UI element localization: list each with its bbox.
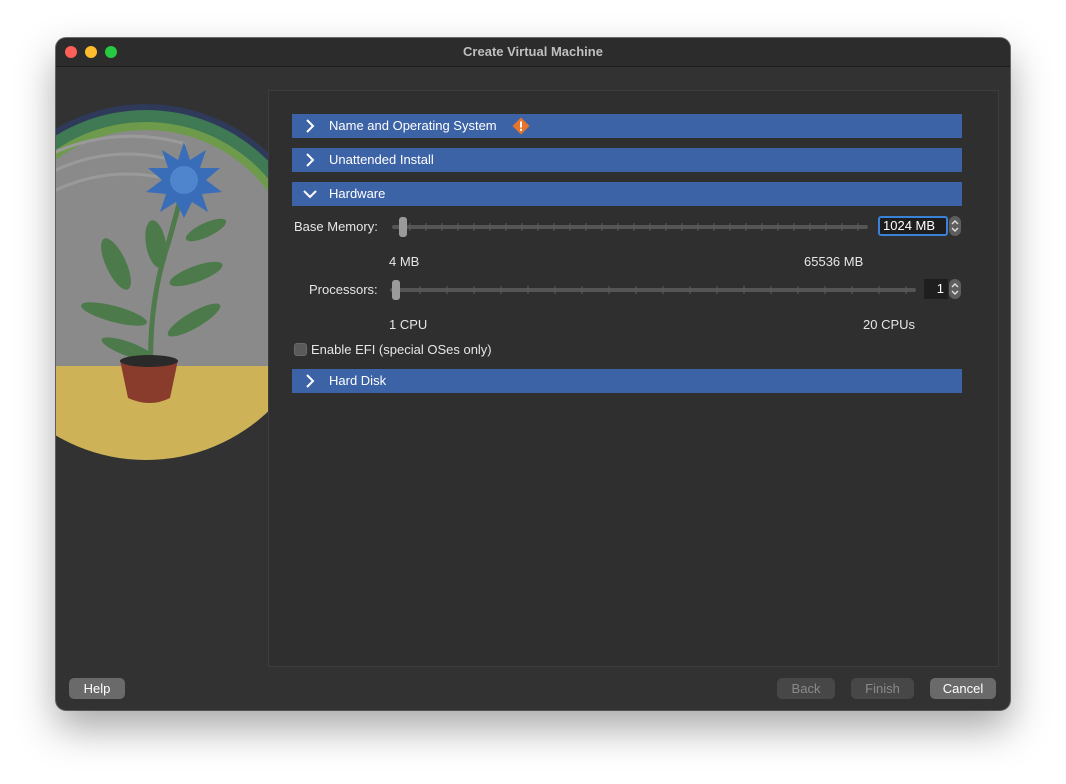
cancel-button[interactable]: Cancel	[930, 678, 996, 699]
chevron-right-icon[interactable]	[304, 119, 316, 133]
processors-slider[interactable]	[390, 279, 916, 301]
finish-button[interactable]: Finish	[851, 678, 914, 699]
create-vm-dialog: Create Virtual Machine Name and Operatin…	[56, 38, 1010, 710]
help-button[interactable]: Help	[69, 678, 125, 699]
base-memory-min-label: 4 MB	[389, 254, 420, 269]
section-hard-disk[interactable]: Hard Disk	[292, 369, 962, 393]
base-memory-label: Base Memory:	[294, 219, 378, 234]
chevron-down-icon[interactable]	[302, 188, 318, 200]
section-unattended-install[interactable]: Unattended Install	[292, 148, 962, 172]
processors-max-label: 20 CPUs	[863, 317, 916, 332]
back-button[interactable]: Back	[777, 678, 835, 699]
section-hardware[interactable]: Hardware	[292, 182, 962, 206]
base-memory-input[interactable]: 1024 MB	[878, 216, 948, 236]
section-unattended-install-label: Unattended Install	[329, 152, 434, 167]
base-memory-max-label: 65536 MB	[804, 254, 864, 269]
processors-label: Processors:	[309, 282, 378, 297]
processors-stepper[interactable]	[949, 279, 961, 299]
section-name-and-os[interactable]: Name and Operating System	[292, 114, 962, 138]
title-bar: Create Virtual Machine	[56, 38, 1010, 67]
base-memory-stepper[interactable]	[949, 216, 961, 236]
processors-input[interactable]: 1	[924, 279, 948, 299]
warning-icon	[512, 117, 530, 135]
base-memory-slider-handle[interactable]	[399, 217, 407, 237]
processors-min-label: 1 CPU	[389, 317, 428, 332]
section-hardware-label: Hardware	[329, 186, 386, 201]
processors-slider-handle[interactable]	[392, 280, 400, 300]
section-hard-disk-label: Hard Disk	[329, 373, 387, 388]
window-title: Create Virtual Machine	[463, 44, 603, 59]
chevron-right-icon[interactable]	[304, 153, 316, 167]
enable-efi-checkbox[interactable]	[294, 343, 307, 356]
chevron-right-icon[interactable]	[304, 374, 316, 388]
enable-efi-label: Enable EFI (special OSes only)	[311, 342, 492, 357]
section-name-and-os-label: Name and Operating System	[329, 118, 497, 133]
base-memory-slider[interactable]	[392, 216, 868, 238]
